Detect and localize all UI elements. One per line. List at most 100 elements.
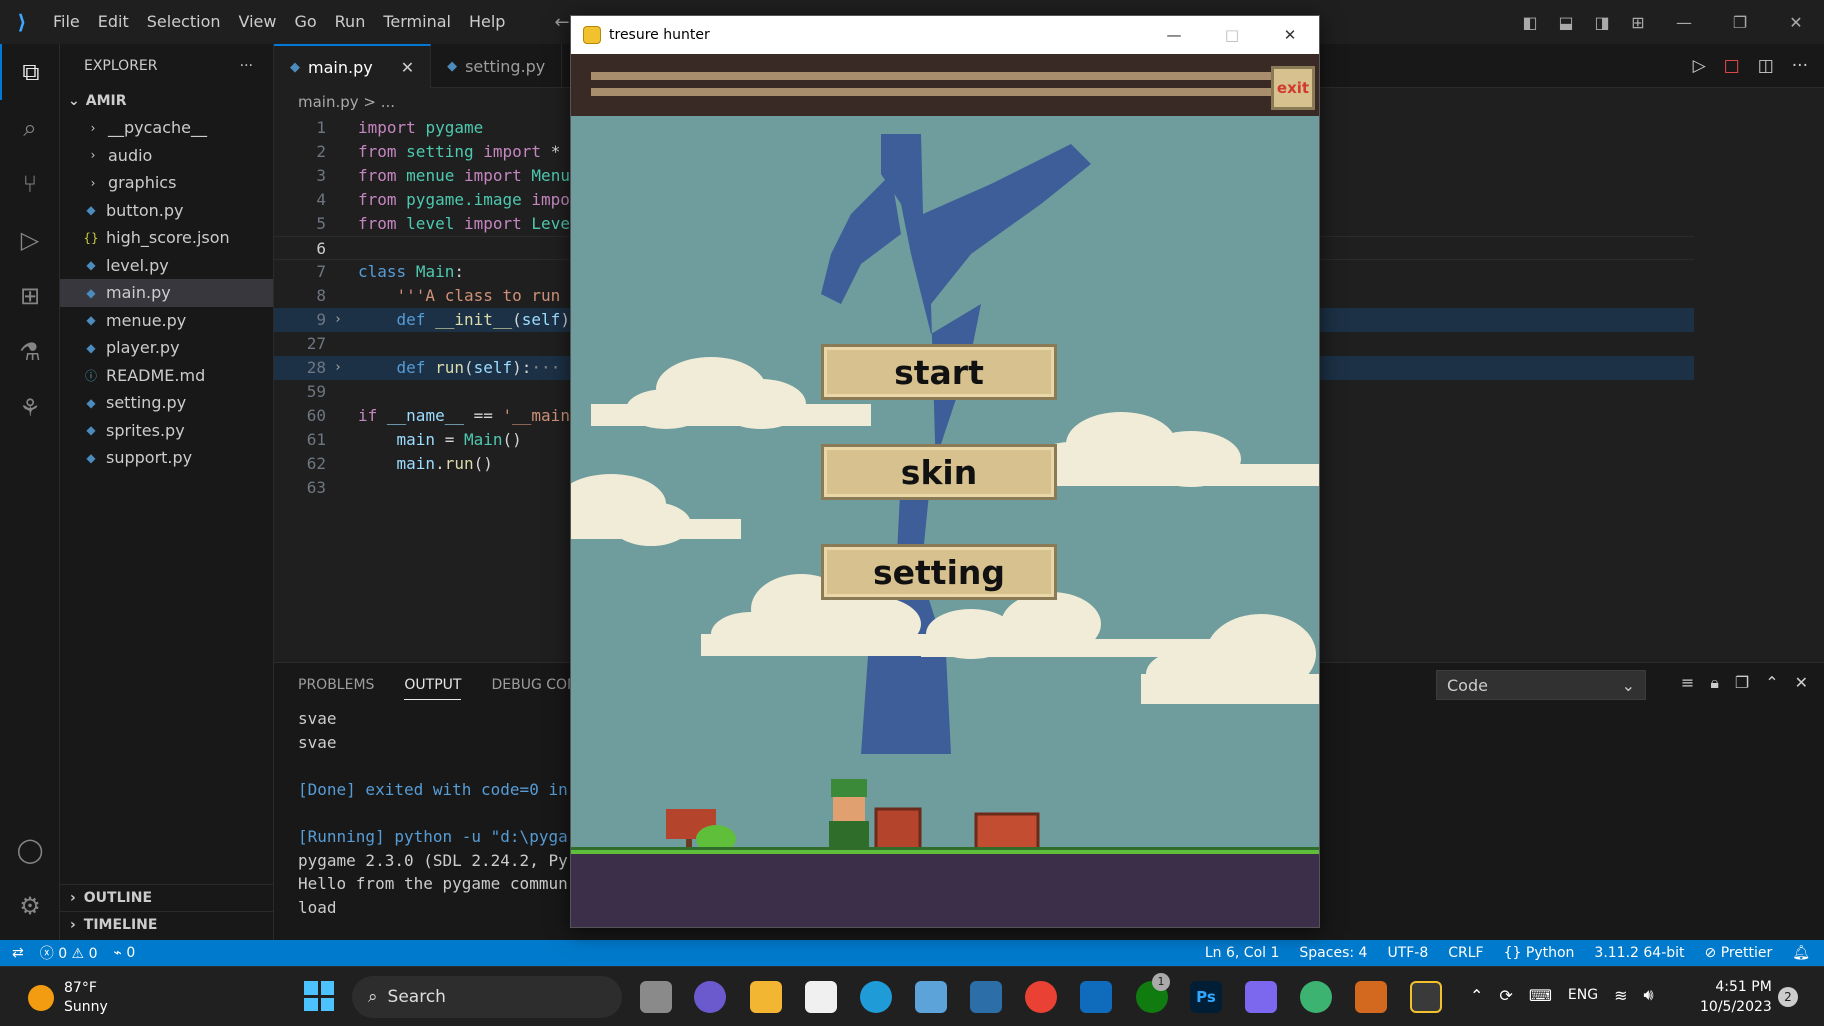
notifications-bell-icon[interactable]: 🔔︎ [1792,945,1810,961]
wifi-icon[interactable]: ≋ [1614,986,1627,1005]
line-endings[interactable]: CRLF [1448,945,1483,961]
windows-start-icon[interactable] [304,981,334,1011]
tree-file[interactable]: {} high_score.json [60,224,273,252]
chrome-icon[interactable] [1025,981,1057,1013]
toggle-secondary-sidebar-icon[interactable]: ◨ [1584,13,1620,32]
problems-indicator[interactable]: ⓧ 0 ⚠ 0 [40,943,98,963]
tree-file[interactable]: ⓘ README.md [60,362,273,390]
skin-button[interactable]: skin [821,444,1057,500]
keyboard-icon[interactable]: ⌨ [1529,986,1552,1005]
customize-layout-icon[interactable]: ⊞ [1620,13,1656,32]
menu-edit[interactable]: Edit [89,0,138,44]
volume-icon[interactable]: 🔊︎ [1643,985,1653,1005]
setting-button[interactable]: setting [821,544,1057,600]
menu-go[interactable]: Go [285,0,325,44]
photos-icon[interactable] [970,981,1002,1013]
encoding[interactable]: UTF-8 [1387,945,1428,961]
close-panel-icon[interactable]: ✕ [1795,673,1808,693]
open-editor-icon[interactable]: ❐ [1735,673,1749,693]
lock-scroll-icon[interactable]: 🔒︎ [1710,673,1719,693]
python-interpreter[interactable]: 3.11.2 64-bit [1594,945,1684,961]
chevron-up-icon[interactable]: ⌃ [1470,986,1483,1005]
tree-file[interactable]: ◆ level.py [60,252,273,280]
pygame-window-icon[interactable] [1410,981,1442,1013]
close-tab-icon[interactable]: ✕ [401,58,414,77]
tree-file[interactable]: ◆ sprites.py [60,417,273,445]
outline-section[interactable]: › OUTLINE [60,884,273,911]
explorer-icon[interactable]: ⧉ [0,44,60,100]
edge-icon[interactable] [860,981,892,1013]
game-controller-icon[interactable] [1245,981,1277,1013]
cursor-position[interactable]: Ln 6, Col 1 [1205,945,1280,961]
language-indicator[interactable]: ENG [1568,987,1598,1003]
run-python-icon[interactable]: ▷ [1693,48,1706,84]
fold-chevron-icon[interactable]: › [334,356,342,380]
close-window-button[interactable]: ✕ [1768,13,1824,32]
account-icon[interactable]: ◯ [0,822,60,878]
tree-folder[interactable]: › audio [60,142,273,170]
output-channel-select[interactable]: Code ⌄ [1436,670,1646,700]
settings-gear-icon[interactable]: ⚙ [0,878,60,934]
indentation[interactable]: Spaces: 4 [1299,945,1367,961]
tab-setting-py[interactable]: ◆ setting.py [431,44,563,88]
game-canvas[interactable]: exit start skin setting [571,54,1319,927]
file-explorer-icon[interactable] [750,981,782,1013]
exit-button[interactable]: exit [1271,66,1315,110]
tab-problems[interactable]: PROBLEMS [298,677,374,693]
app-icon[interactable] [1300,981,1332,1013]
toggle-panel-icon[interactable]: ⬓ [1548,13,1584,32]
clear-output-icon[interactable]: ≡ [1681,673,1694,693]
language-mode[interactable]: {} Python [1504,945,1575,961]
prettier-status[interactable]: ⊘ Prettier [1705,945,1773,961]
menu-file[interactable]: File [44,0,89,44]
clock[interactable]: 4:51 PM 10/5/2023 [1700,977,1772,1017]
more-actions-icon[interactable]: ··· [240,58,253,74]
minimize-button[interactable]: — [1656,13,1712,32]
timeline-section[interactable]: › TIMELINE [60,911,273,938]
menu-terminal[interactable]: Terminal [374,0,460,44]
tree-file[interactable]: ◆ menue.py [60,307,273,335]
tree-folder[interactable]: › __pycache__ [60,114,273,142]
app-icon[interactable] [1355,981,1387,1013]
tree-file[interactable]: ◆ button.py [60,197,273,225]
run-debug-icon[interactable]: ▷ [0,212,60,268]
menu-help[interactable]: Help [460,0,514,44]
chat-icon[interactable] [694,981,726,1013]
extensions-icon[interactable]: ⊞ [0,268,60,324]
task-view-icon[interactable] [640,981,672,1013]
sync-icon[interactable]: ⟳ [1499,986,1512,1005]
ports-indicator[interactable]: ⌁ 0 [113,945,135,961]
workspace-root[interactable]: ⌄ AMIR [60,88,273,114]
store-icon[interactable] [805,981,837,1013]
taskbar-search[interactable]: ⌕ Search [352,976,622,1018]
restore-button[interactable]: ❐ [1712,13,1768,32]
split-editor-icon[interactable]: ◫ [1758,48,1774,84]
menu-selection[interactable]: Selection [138,0,230,44]
tab-main-py[interactable]: ◆ main.py ✕ [274,44,432,88]
vscode-taskbar-icon[interactable] [1080,981,1112,1013]
testing-icon[interactable]: ⚗ [0,324,60,380]
tree-file-selected[interactable]: ◆ main.py [60,279,273,307]
maximize-panel-icon[interactable]: ⌃ [1765,673,1778,693]
photoshop-icon[interactable]: Ps [1190,981,1222,1013]
search-icon[interactable]: ⌕ [0,100,60,156]
weather-widget[interactable]: 87°F Sunny [28,979,108,1017]
game-minimize-button[interactable]: — [1145,16,1203,54]
toggle-sidebar-icon[interactable]: ◧ [1512,13,1548,32]
tree-folder[interactable]: › graphics [60,169,273,197]
tab-output[interactable]: OUTPUT [404,677,462,700]
more-editor-actions-icon[interactable]: ··· [1792,48,1808,84]
back-arrow-icon[interactable]: ← [554,12,569,33]
menu-view[interactable]: View [230,0,286,44]
tree-file[interactable]: ◆ setting.py [60,389,273,417]
stop-icon[interactable]: □ [1724,48,1740,84]
tree-file[interactable]: ◆ support.py [60,444,273,472]
app-icon[interactable] [915,981,947,1013]
remote-icon[interactable]: ⇄ [12,945,24,961]
game-close-button[interactable]: ✕ [1261,16,1319,54]
python-icon[interactable]: ⚘ [0,380,60,436]
start-button[interactable]: start [821,344,1057,400]
tree-file[interactable]: ◆ player.py [60,334,273,362]
menu-run[interactable]: Run [326,0,375,44]
notification-badge[interactable]: 2 [1778,987,1798,1007]
